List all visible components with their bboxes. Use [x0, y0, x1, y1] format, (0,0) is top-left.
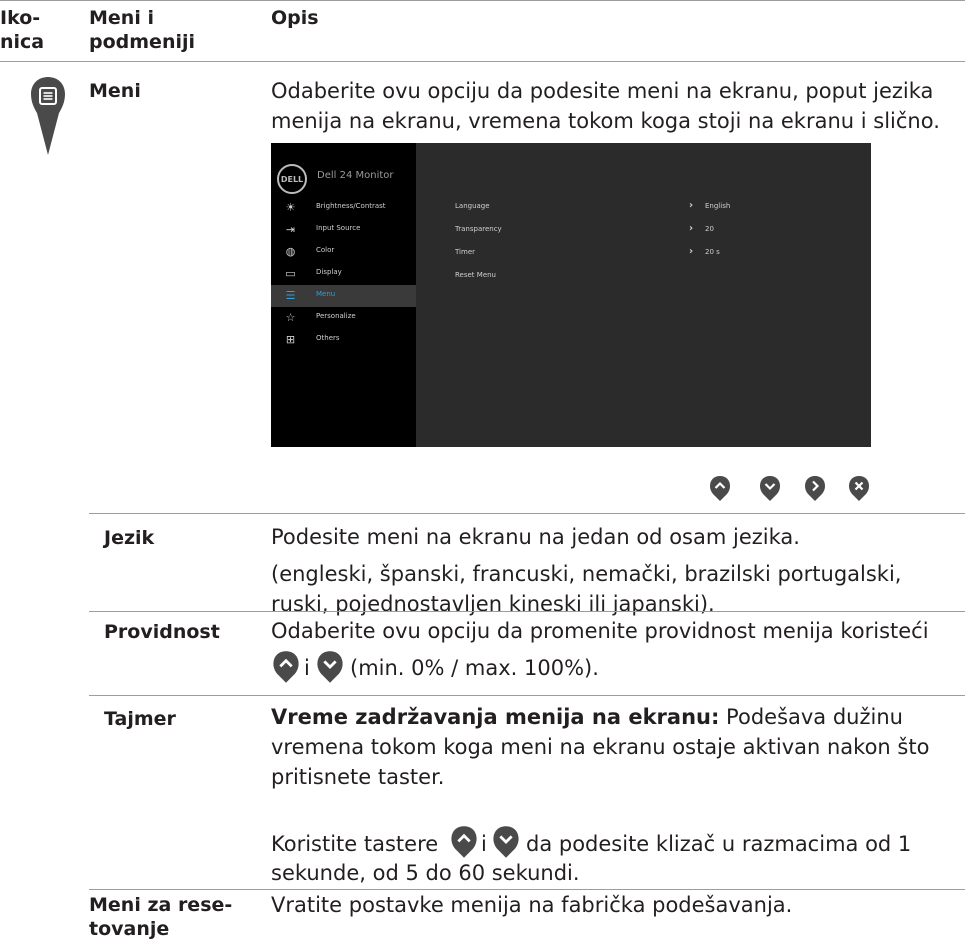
close-button-icon	[849, 476, 869, 501]
osd-setting-name: Timer	[455, 248, 476, 256]
up-button-icon	[710, 476, 730, 501]
menu-description-line2: menija na ekranu, vremena tokom koga sto…	[271, 109, 940, 133]
top-rule	[0, 0, 965, 1]
osd-item-display[interactable]: ▭ Display	[271, 263, 416, 285]
jezik-line2: (engleski, španski, francuski, nemački, …	[271, 562, 902, 586]
tajmer-line2: vremena tokom koga meni na ekranu ostaje…	[271, 735, 930, 759]
monitor-icon: ▭	[285, 267, 296, 280]
osd-setting-value: 20	[705, 225, 714, 233]
osd-item-brightness[interactable]: ☀ Brightness/Contrast	[271, 197, 416, 219]
osd-item-color[interactable]: ◍ Color	[271, 241, 416, 263]
osd-title: Dell 24 Monitor	[317, 170, 394, 181]
tajmer-description: Vreme zadržavanja menija na ekranu: Pode…	[271, 702, 929, 792]
header-icon-col-line2: nica	[0, 31, 45, 53]
header-rule	[0, 61, 965, 62]
osd-setting-name: Reset Menu	[455, 271, 496, 279]
jezik-line3: ruski, pojednostavljen kineski ili japan…	[271, 592, 715, 616]
jezik-description: Podesite meni na ekranu na jedan od osam…	[271, 522, 901, 619]
osd-item-label: Others	[316, 334, 340, 342]
down-button-icon	[760, 476, 780, 501]
row-rule	[89, 513, 965, 514]
jezik-label: Jezik	[104, 527, 155, 549]
osd-sidebar: DELL Dell 24 Monitor ☀ Brightness/Contra…	[271, 143, 416, 447]
tajmer-line4a: Koristite tastere	[271, 832, 439, 856]
osd-item-label: Menu	[316, 290, 336, 298]
header-menu-col: Meni i podmeniji	[89, 6, 195, 54]
jezik-line1: Podesite meni na ekranu na jedan od osam…	[271, 525, 800, 549]
reset-label: Meni za rese- tovanje	[89, 893, 232, 941]
providnost-range: (min. 0% / max. 100%).	[350, 656, 599, 680]
down-button-icon	[317, 651, 343, 683]
tajmer-line1-rest: Podešava dužinu	[719, 705, 903, 729]
menu-description-line1: Odaberite ovu opciju da podesite meni na…	[271, 79, 934, 103]
menu-icon: ☰	[285, 289, 296, 302]
header-icon-col: Iko- nica	[0, 6, 44, 54]
osd-item-label: Brightness/Contrast	[316, 202, 386, 210]
up-button-icon	[451, 826, 477, 858]
palette-icon: ◍	[285, 245, 296, 258]
menu-label: Meni	[89, 80, 141, 102]
providnost-line1: Odaberite ovu opciju da promenite provid…	[271, 619, 929, 643]
tajmer-line5: sekunde, od 5 do 60 sekundi.	[271, 861, 580, 885]
header-desc-col: Opis	[271, 7, 319, 29]
reset-description: Vratite postavke menija na fabrička pode…	[271, 893, 793, 917]
osd-item-label: Input Source	[316, 224, 361, 232]
osd-setting-value: 20 s	[705, 248, 720, 256]
tajmer-line3: pritisnete taster.	[271, 765, 445, 789]
sun-icon: ☀	[285, 201, 296, 214]
up-button-icon	[273, 651, 299, 683]
right-button-icon	[805, 476, 825, 501]
osd-item-menu[interactable]: ☰ Menu	[271, 285, 416, 307]
row-rule	[89, 611, 965, 612]
chevron-right-icon: ›	[689, 200, 694, 211]
osd-setting-name: Language	[455, 202, 490, 210]
tajmer-label: Tajmer	[104, 708, 176, 730]
chevron-right-icon: ›	[689, 223, 694, 234]
star-icon: ☆	[285, 311, 296, 324]
osd-setting-value: English	[705, 202, 731, 210]
osd-screenshot: DELL Dell 24 Monitor ☀ Brightness/Contra…	[271, 143, 871, 447]
osd-item-personalize[interactable]: ☆ Personalize	[271, 307, 416, 329]
osd-setting-name: Transparency	[455, 225, 502, 233]
input-icon: ⇥	[285, 223, 296, 236]
chevron-right-icon: ›	[689, 246, 694, 257]
down-button-icon	[493, 826, 519, 858]
tajmer-line1: Vreme zadržavanja menija na ekranu: Pode…	[271, 702, 929, 732]
osd-item-label: Color	[316, 246, 335, 254]
reset-label-line2: tovanje	[89, 918, 170, 940]
sliders-icon: ⊞	[285, 333, 296, 346]
tajmer-bold-lead: Vreme zadržavanja menija na ekranu:	[271, 705, 720, 729]
osd-item-label: Personalize	[316, 312, 356, 320]
osd-item-input-source[interactable]: ⇥ Input Source	[271, 219, 416, 241]
providnost-label: Providnost	[104, 621, 220, 643]
reset-label-line1: Meni za rese-	[89, 894, 233, 916]
tajmer-conj: i	[481, 832, 487, 856]
dell-logo: DELL	[277, 164, 307, 194]
header-menu-col-line2: podmeniji	[89, 31, 196, 53]
menu-marker-icon	[31, 77, 65, 155]
row-rule	[89, 695, 965, 696]
osd-item-others[interactable]: ⊞ Others	[271, 329, 416, 351]
osd-item-label: Display	[316, 268, 342, 276]
header-menu-col-line1: Meni i	[89, 7, 154, 29]
menu-description: Odaberite ovu opciju da podesite meni na…	[271, 76, 940, 136]
header-icon-col-line1: Iko-	[0, 7, 41, 29]
tajmer-line4b: da podesite klizač u razmacima od 1	[526, 832, 912, 856]
providnost-conj: i	[304, 656, 310, 680]
